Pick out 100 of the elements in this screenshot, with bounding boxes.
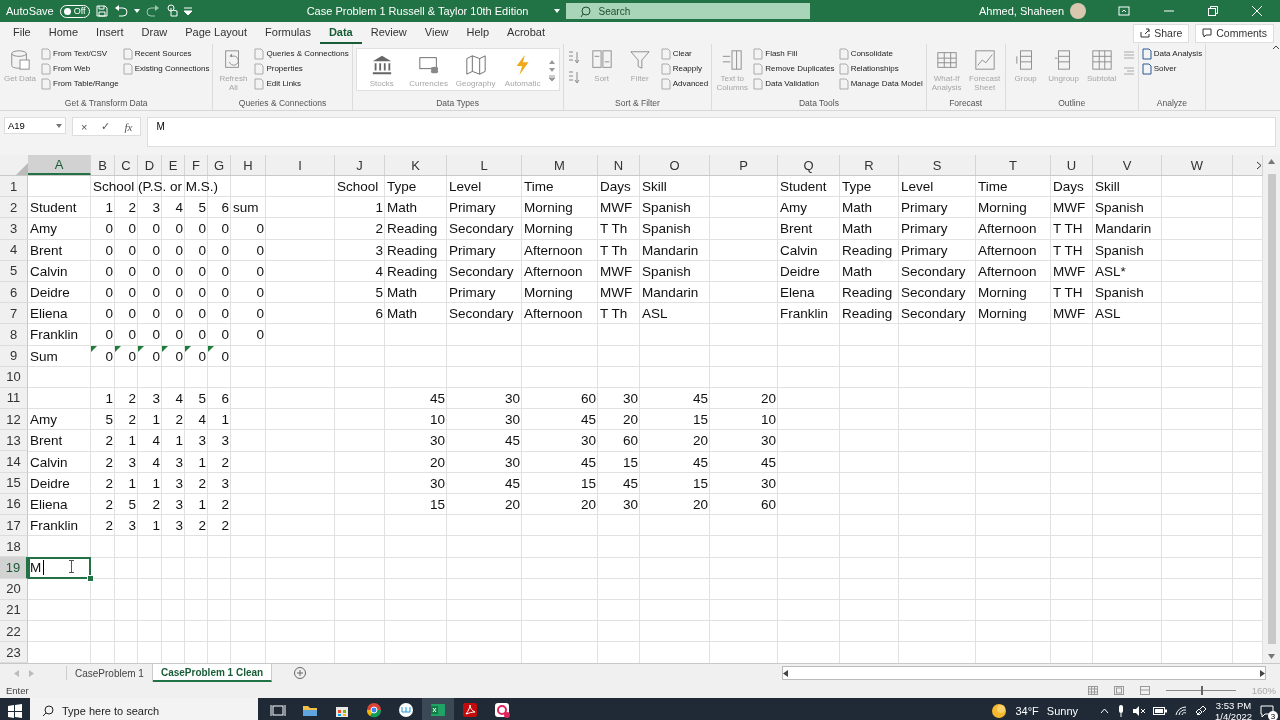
wifi-icon[interactable] [1175, 706, 1187, 717]
row-header[interactable]: 4 [0, 239, 28, 261]
speaker-muted-icon[interactable] [1133, 706, 1145, 717]
save-icon[interactable] [95, 5, 108, 17]
row-header[interactable]: 18 [0, 536, 28, 558]
row-header[interactable]: 11 [0, 387, 28, 410]
menu-tab[interactable]: Page Layout [176, 22, 257, 44]
vertical-scrollbar[interactable] [1263, 155, 1280, 663]
close-icon[interactable] [1252, 6, 1262, 16]
error-indicator-icon[interactable] [138, 345, 144, 352]
name-box[interactable]: A19 [4, 117, 66, 134]
row-header[interactable]: 8 [0, 324, 28, 346]
battery-icon[interactable] [1153, 707, 1167, 716]
search-field[interactable]: Search [565, 3, 810, 19]
row-header[interactable]: 23 [0, 642, 28, 664]
row-header[interactable]: 19 [0, 557, 28, 579]
menu-tab[interactable]: Acrobat [498, 22, 554, 44]
column-header[interactable]: M [522, 155, 598, 175]
temperature[interactable]: 34°F [1015, 705, 1039, 718]
touch-icon[interactable] [165, 4, 178, 18]
column-header[interactable]: K [385, 155, 447, 175]
menu-tab[interactable]: Review [361, 22, 416, 44]
horizontal-scrollbar[interactable] [782, 666, 1266, 681]
menu-tab[interactable]: File [4, 22, 40, 44]
column-header[interactable]: E [162, 155, 185, 175]
row-header[interactable]: 17 [0, 515, 28, 537]
row-header[interactable]: 20 [0, 578, 28, 600]
column-header[interactable]: S [899, 155, 976, 175]
redo-icon[interactable] [145, 5, 160, 17]
column-header[interactable]: J [335, 155, 385, 175]
cancel-button[interactable]: × [81, 120, 88, 133]
row-header[interactable]: 1 [0, 176, 28, 198]
row-header[interactable]: 5 [0, 260, 28, 282]
error-indicator-icon[interactable] [185, 345, 191, 352]
restore-icon[interactable] [1208, 6, 1218, 16]
column-header[interactable]: Q [778, 155, 840, 175]
column-header[interactable]: V [1093, 155, 1162, 175]
menu-tab[interactable]: Insert [87, 22, 133, 44]
row-header[interactable]: 16 [0, 493, 28, 515]
insert-function-button[interactable]: fx [124, 120, 133, 133]
column-header[interactable]: F [185, 155, 208, 175]
ribbon-button[interactable]: Solver [1141, 61, 1203, 76]
collapse-ribbon-icon[interactable] [1272, 44, 1280, 50]
column-header[interactable]: L [447, 155, 522, 175]
row-header[interactable]: 15 [0, 472, 28, 494]
column-header[interactable]: U [1051, 155, 1093, 175]
column-header[interactable]: W [1162, 155, 1233, 175]
menu-tab[interactable]: Help [457, 22, 499, 44]
column-header[interactable]: C [115, 155, 138, 175]
link-icon[interactable] [1195, 705, 1207, 718]
column-header[interactable]: O [640, 155, 710, 175]
column-header[interactable]: R [840, 155, 899, 175]
chevron-up-icon[interactable] [1100, 708, 1109, 715]
menu-tab[interactable]: Formulas [256, 22, 320, 44]
column-header[interactable]: T [976, 155, 1051, 175]
row-header[interactable]: 22 [0, 620, 28, 643]
sheet-tab[interactable]: CaseProblem 1 Clean [152, 664, 273, 683]
column-header[interactable]: A [28, 155, 91, 175]
undo-icon[interactable] [113, 5, 128, 17]
row-header[interactable]: 14 [0, 451, 28, 473]
enter-button[interactable]: ✓ [101, 120, 111, 133]
row-header[interactable]: 21 [0, 599, 28, 621]
row-header[interactable]: 9 [0, 345, 28, 367]
windows-icon[interactable] [8, 704, 22, 719]
notification-icon[interactable] [1260, 705, 1274, 718]
microphone-icon[interactable] [1117, 705, 1125, 718]
column-header[interactable]: G [208, 155, 231, 175]
fill-handle[interactable] [87, 574, 94, 582]
comments-button[interactable]: Comments [1195, 23, 1274, 43]
column-header[interactable]: H [231, 155, 266, 175]
row-header[interactable]: 3 [0, 218, 28, 240]
row-header[interactable]: 10 [0, 366, 28, 388]
column-header[interactable]: B [91, 155, 115, 175]
menu-tab[interactable]: View [415, 22, 458, 44]
column-header[interactable]: I [266, 155, 335, 175]
weather-condition[interactable]: Sunny [1046, 705, 1078, 718]
row-header[interactable]: 12 [0, 409, 28, 431]
menu-tab[interactable]: Draw [132, 22, 177, 44]
customize-icon[interactable] [183, 7, 192, 15]
clock[interactable]: 3:53 PM 1/4/2022 [1215, 700, 1252, 720]
row-header[interactable]: 13 [0, 430, 28, 452]
error-indicator-icon[interactable] [162, 345, 168, 352]
column-header[interactable]: N [598, 155, 640, 175]
row-header[interactable]: 7 [0, 303, 28, 325]
add-sheet-icon[interactable] [294, 667, 307, 680]
formula-input[interactable]: M [147, 117, 1276, 147]
error-indicator-icon[interactable] [91, 345, 97, 352]
column-header[interactable]: D [138, 155, 162, 175]
ribbon-display-icon[interactable] [1118, 6, 1130, 16]
avatar[interactable] [1070, 3, 1086, 19]
taskbar-search-field[interactable]: Type here to search [30, 698, 258, 720]
error-indicator-icon[interactable] [115, 345, 121, 352]
error-indicator-icon[interactable] [208, 345, 214, 352]
ribbon-button[interactable]: Data Analysis [1141, 46, 1203, 61]
row-header[interactable]: 2 [0, 197, 28, 219]
menu-tab[interactable]: Home [39, 22, 88, 44]
row-header[interactable]: 6 [0, 281, 28, 304]
share-button[interactable]: Share [1133, 23, 1190, 43]
column-header[interactable]: P [710, 155, 778, 175]
scroll-right-icon[interactable] [1256, 160, 1262, 170]
